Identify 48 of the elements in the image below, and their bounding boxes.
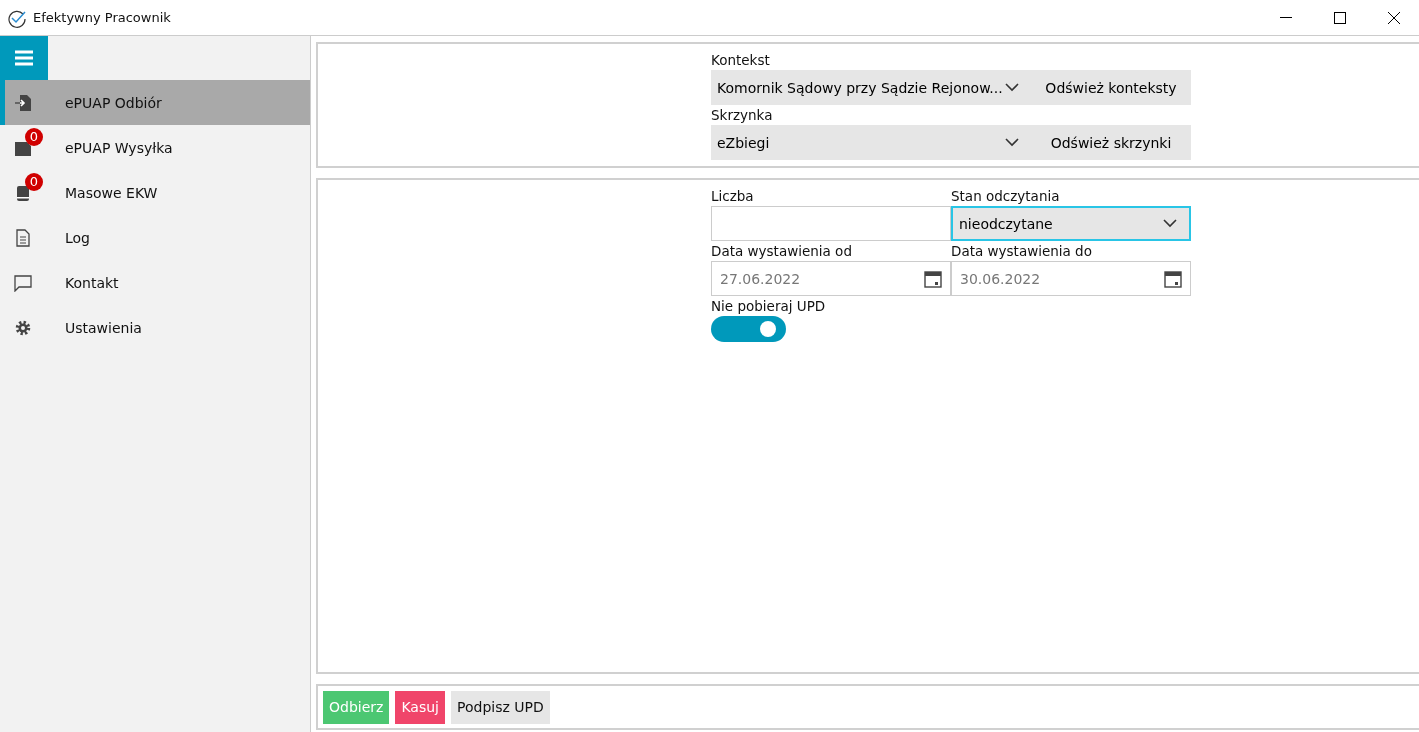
- close-icon: [1388, 11, 1400, 24]
- refresh-mailboxes-button[interactable]: Odśwież skrzynki: [1031, 125, 1191, 160]
- field-label: Liczba: [711, 187, 755, 206]
- action-button[interactable]: Kasuj: [395, 690, 445, 724]
- sidebar-item[interactable]: Log: [0, 215, 310, 260]
- menu-button[interactable]: [0, 36, 48, 80]
- toggle-label: Nie pobieraj UPD: [711, 297, 827, 316]
- sidebar-item-label: Ustawienia: [65, 319, 142, 336]
- sidebar-item-label: ePUAP Odbiór: [65, 94, 162, 111]
- sidebar-item[interactable]: 0 ePUAP Wysyłka: [0, 125, 310, 170]
- sidebar-item[interactable]: Ustawienia: [0, 305, 310, 350]
- minimize-icon: [1280, 16, 1292, 19]
- settings-icon: [14, 318, 32, 337]
- sidebar-item-label: ePUAP Wysyłka: [65, 139, 173, 156]
- menu-icon: [15, 50, 33, 66]
- count-badge: 0: [25, 127, 43, 146]
- status-dropdown[interactable]: nieodczytane: [951, 206, 1191, 241]
- sidebar-item[interactable]: ePUAP Odbiór: [0, 80, 310, 125]
- chat-icon: [14, 273, 32, 292]
- field-label: Data wystawienia do: [951, 242, 1093, 261]
- document-arrow-icon: [14, 93, 32, 112]
- chevron-down-icon: [1163, 219, 1177, 228]
- calendar-icon: [924, 269, 942, 288]
- count-badge: 0: [25, 172, 43, 191]
- input-field[interactable]: [711, 206, 951, 241]
- field-label: Stan odczytania: [951, 187, 1061, 206]
- date-field[interactable]: 27.06.2022: [711, 261, 951, 296]
- window-title: Efektywny Pracownik: [33, 10, 172, 25]
- chevron-down-icon: [1005, 83, 1019, 92]
- field-label: Kontekst: [711, 51, 771, 70]
- sidebar-item[interactable]: 0 Masowe EKW: [0, 170, 310, 215]
- chevron-down-icon: [1005, 138, 1019, 147]
- maximize-icon: [1334, 11, 1346, 24]
- toggle-switch[interactable]: [711, 316, 786, 342]
- field-label: Skrzynka: [711, 106, 774, 125]
- document-icon: [14, 228, 32, 247]
- sidebar-item-label: Kontakt: [65, 274, 119, 291]
- action-button[interactable]: Podpisz UPD: [451, 690, 550, 724]
- date-field[interactable]: 30.06.2022: [951, 261, 1191, 296]
- sidebar-item-label: Masowe EKW: [65, 184, 158, 201]
- sidebar-item-label: Log: [65, 229, 90, 246]
- refresh-contexts-button[interactable]: Odśwież konteksty: [1031, 70, 1191, 105]
- context-dropdown[interactable]: Komornik Sądowy przy Sądzie Rejonow...: [711, 70, 1031, 105]
- sidebar-item[interactable]: Kontakt: [0, 260, 310, 305]
- book-icon: [14, 183, 32, 202]
- calendar-icon: [1164, 269, 1182, 288]
- mailbox-dropdown[interactable]: eZbiegi: [711, 125, 1031, 160]
- field-label: Data wystawienia od: [711, 242, 853, 261]
